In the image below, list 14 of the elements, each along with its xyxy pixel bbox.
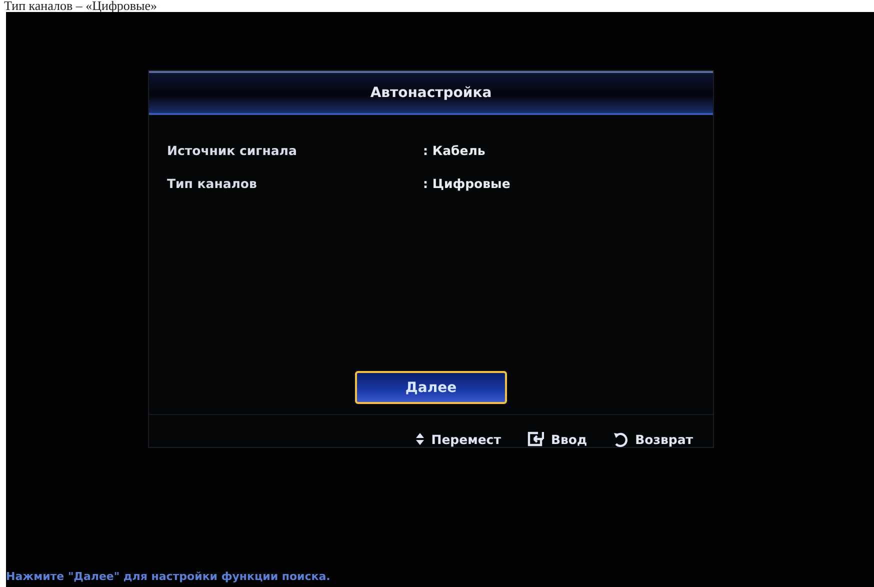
return-arrow-icon bbox=[613, 432, 628, 446]
hint-label: Возврат bbox=[635, 432, 693, 446]
setting-value: : Цифровые bbox=[423, 176, 510, 191]
status-message: Нажмите "Далее" для настройки функции поиска. bbox=[6, 570, 330, 583]
setting-value: : Кабель bbox=[423, 143, 486, 158]
hint-label: Ввод bbox=[550, 432, 588, 446]
next-button[interactable]: Далее bbox=[355, 371, 507, 404]
setting-label: Источник сигнала bbox=[167, 143, 298, 158]
caption: Тип каналов – «Цифровые» bbox=[3, 0, 158, 12]
enter-icon bbox=[526, 431, 544, 447]
dialog-title: Автонастройка bbox=[149, 71, 713, 115]
setting-label: Тип каналов bbox=[167, 176, 258, 191]
hint-label: Перемест bbox=[431, 432, 501, 446]
up-down-icon bbox=[416, 433, 424, 445]
